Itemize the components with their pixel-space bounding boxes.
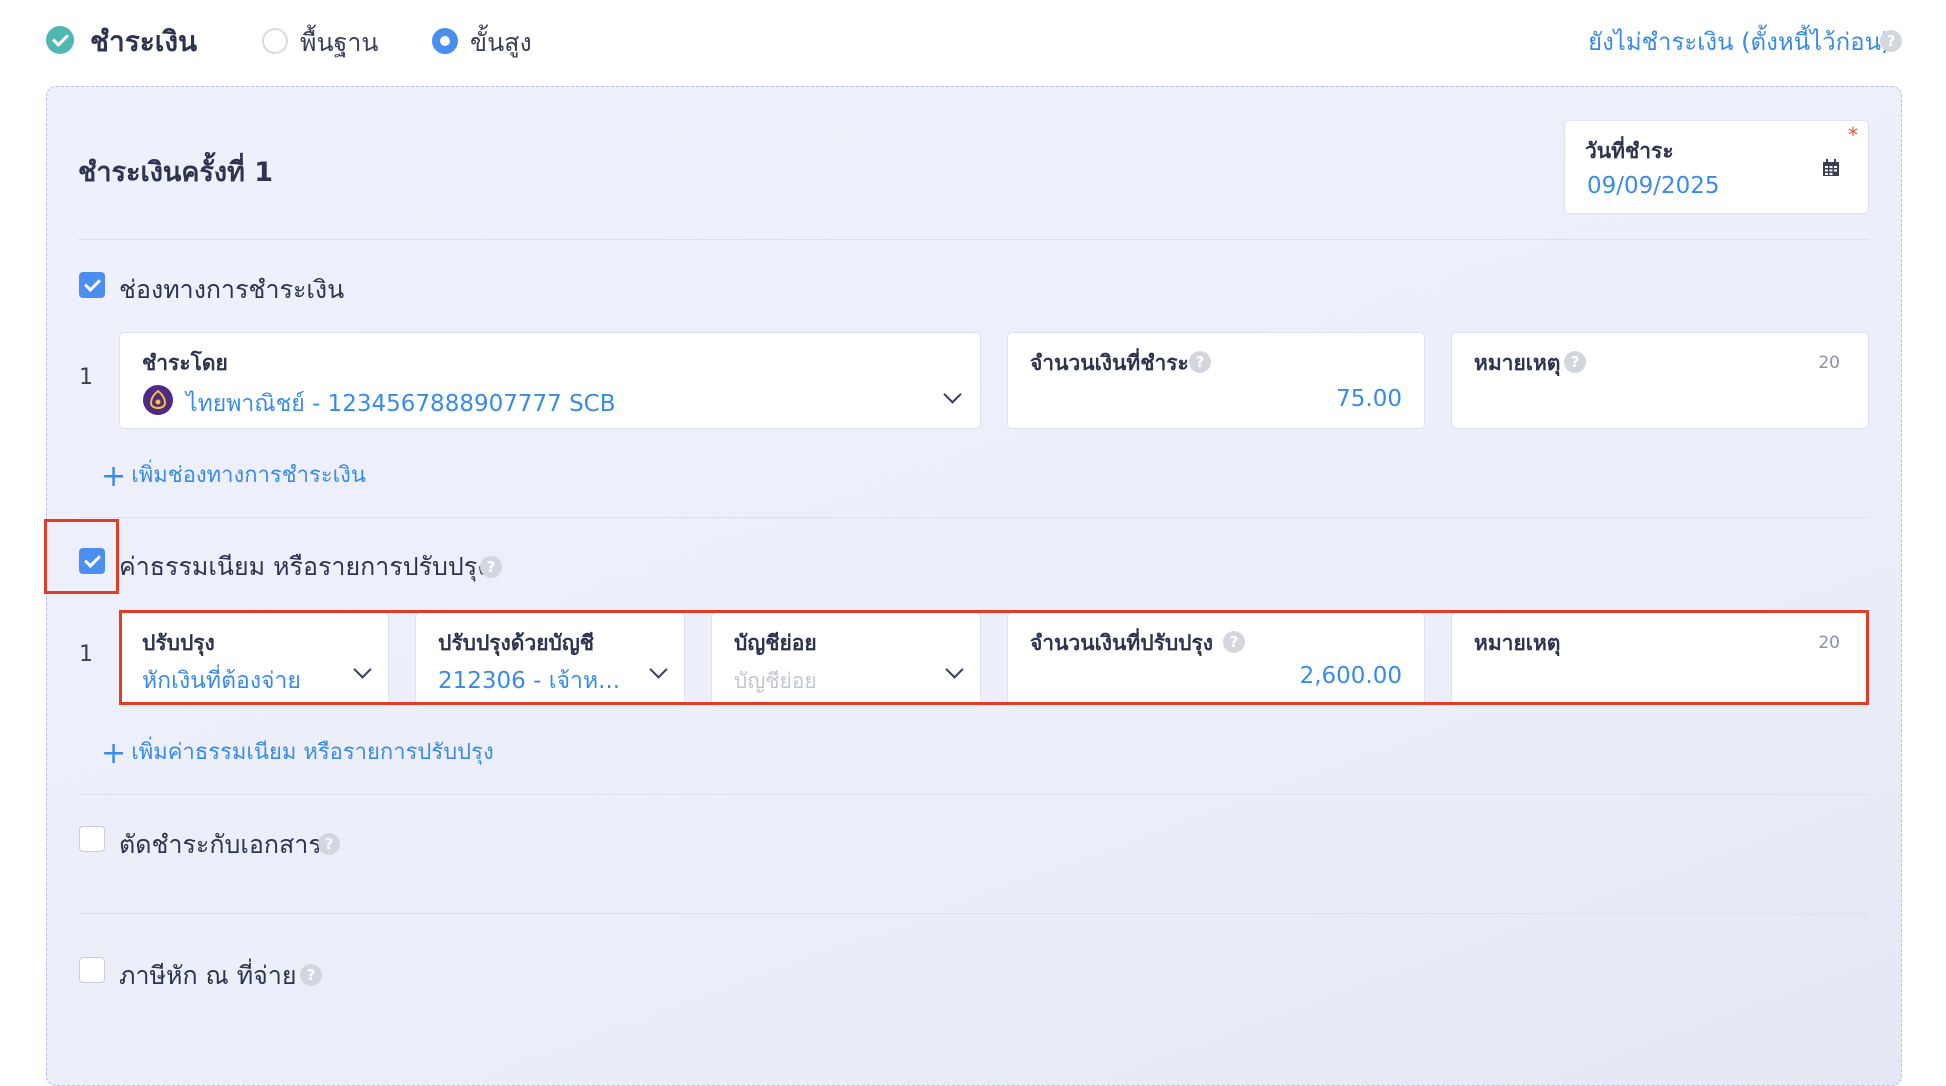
pay-by-label: ชำระโดย	[142, 351, 228, 375]
unpaid-link[interactable]: ยังไม่ชำระเงิน (ตั้งหนี้ไว้ก่อน)	[1588, 22, 1890, 61]
channels-checkbox[interactable]	[79, 272, 105, 298]
divider	[78, 517, 1869, 518]
channel-note-field[interactable]: หมายเหตุ ? 20	[1451, 332, 1869, 429]
required-mark: *	[1848, 123, 1858, 147]
divider	[78, 913, 1869, 914]
help-icon[interactable]: ?	[480, 556, 502, 578]
add-fee-link[interactable]: + เพิ่มค่าธรรมเนียม หรือรายการปรับปรุง	[101, 732, 494, 771]
payment-date-field[interactable]: วันที่ชำระ * 09/09/2025	[1564, 120, 1869, 214]
fees-checkbox[interactable]	[79, 548, 105, 574]
date-value[interactable]: 09/09/2025	[1587, 173, 1720, 199]
channel-row-index: 1	[79, 365, 93, 390]
pay-by-value: ไทยพาณิชย์ - 1234567888907777 SCB	[186, 391, 616, 417]
add-fee-label: เพิ่มค่าธรรมเนียม หรือรายการปรับปรุง	[131, 740, 494, 765]
note-counter: 20	[1818, 353, 1840, 373]
add-channel-link[interactable]: + เพิ่มช่องทางการชำระเงิน	[101, 455, 366, 494]
paid-status-icon	[46, 26, 74, 54]
plus-icon: +	[101, 736, 127, 771]
pay-by-select[interactable]: ชำระโดย ไทยพาณิชย์ - 1234567888907777 SC…	[119, 332, 981, 429]
mode-advanced-label[interactable]: ขั้นสูง	[470, 23, 532, 63]
chevron-down-icon	[943, 385, 962, 404]
help-icon[interactable]: ?	[300, 964, 322, 986]
mode-basic-label[interactable]: พื้นฐาน	[300, 23, 379, 63]
help-icon[interactable]: ?	[318, 833, 340, 855]
fee-row-index: 1	[79, 642, 93, 667]
mode-advanced-radio[interactable]	[432, 28, 458, 54]
paid-amount-label: จำนวนเงินที่ชำระ	[1030, 351, 1189, 375]
page-title: ชำระเงิน	[90, 25, 198, 58]
offset-label: ตัดชำระกับเอกสาร	[119, 830, 322, 859]
paid-amount-field[interactable]: จำนวนเงินที่ชำระ ? 75.00	[1007, 332, 1425, 429]
divider	[78, 239, 1869, 240]
wht-checkbox[interactable]	[79, 957, 105, 983]
help-icon[interactable]: ?	[1189, 351, 1211, 373]
mode-basic-radio[interactable]	[262, 28, 288, 54]
help-icon[interactable]: ?	[1880, 30, 1902, 52]
channels-label: ช่องทางการชำระเงิน	[119, 275, 345, 304]
date-label: วันที่ชำระ	[1585, 139, 1674, 163]
help-icon[interactable]: ?	[1564, 351, 1586, 373]
offset-checkbox[interactable]	[79, 826, 105, 852]
payment-title: ชำระเงินครั้งที่ 1	[78, 157, 274, 188]
calendar-icon[interactable]	[1822, 159, 1840, 177]
plus-icon: +	[101, 459, 127, 494]
divider	[78, 794, 1869, 795]
fee-row-highlight	[119, 610, 1869, 705]
fees-label: ค่าธรรมเนียม หรือรายการปรับปรุง	[119, 552, 490, 581]
scb-bank-icon	[143, 385, 173, 415]
note-label: หมายเหตุ	[1474, 351, 1561, 375]
add-channel-label: เพิ่มช่องทางการชำระเงิน	[131, 463, 366, 488]
wht-label: ภาษีหัก ณ ที่จ่าย	[119, 961, 297, 990]
paid-amount-value[interactable]: 75.00	[1336, 386, 1402, 412]
